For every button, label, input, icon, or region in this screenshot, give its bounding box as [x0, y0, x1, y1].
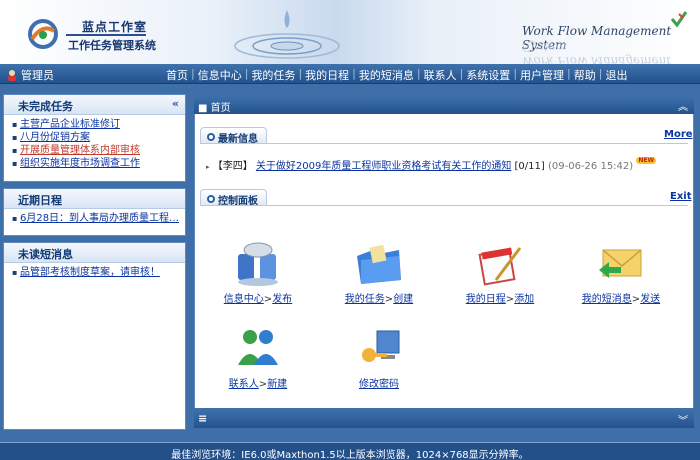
studio-logo-icon	[28, 19, 58, 49]
calendar-icon	[478, 247, 522, 286]
tile-my-tasks[interactable]: 我的任务>创建	[331, 240, 427, 305]
list-item: 开展质量管理体系内部审核	[12, 144, 185, 157]
schedule-link[interactable]: 6月28日：到人事局办理质量工程…	[20, 213, 179, 224]
tile-contacts[interactable]: 联系人>新建	[210, 325, 306, 390]
nav-my-messages[interactable]: 我的短消息	[359, 67, 414, 83]
tile-name[interactable]: 我的日程	[466, 294, 506, 305]
tile-action[interactable]: 添加	[514, 294, 534, 305]
news-divider	[200, 143, 688, 144]
folder-icon	[357, 244, 401, 284]
schedule-list: 6月28日：到人事局办理质量工程…	[4, 209, 185, 225]
control-panel-tab: 控制面板	[200, 189, 267, 207]
main-footer-bar: ≡ ︾	[194, 410, 694, 428]
news-more-link[interactable]: More	[664, 129, 693, 140]
check-logo-icon	[670, 11, 688, 28]
nav-logout[interactable]: 退出	[605, 67, 627, 83]
envelope-icon	[599, 249, 642, 278]
task-link-overdue[interactable]: 开展质量管理体系内部审核	[20, 145, 140, 156]
unfinished-task-list: 主营产品企业标准修订 八月份促销方案 开展质量管理体系内部审核 组织实施年度市场…	[4, 115, 185, 170]
nav-home[interactable]: 首页	[166, 67, 188, 83]
nav-user-management[interactable]: 用户管理	[520, 67, 564, 83]
list-item: 主营产品企业标准修订	[12, 118, 185, 131]
main-menu: 首页 | 信息中心 | 我的任务 | 我的日程 | 我的短消息 | 联系人 | 系统设置 | …	[166, 67, 628, 83]
news-tab: 最新信息	[200, 127, 267, 145]
section-bullet-icon	[207, 195, 215, 203]
recent-schedule-title: 近期日程	[18, 194, 62, 207]
info-center-icon	[238, 242, 278, 286]
news-read-count: [0/11]	[514, 161, 545, 172]
nav-my-schedule[interactable]: 我的日程	[305, 67, 349, 83]
collapse-sidebar-icon[interactable]: «	[172, 97, 179, 110]
news-item: ▸ 【李四】 关于做好2009年质量工程师职业资格考试有关工作的通知 [0/11…	[206, 157, 657, 172]
system-name-reflection: Work Flow Management System	[522, 40, 672, 64]
control-divider	[200, 205, 688, 206]
control-exit-link[interactable]: Exit	[670, 191, 692, 202]
tile-name[interactable]: 我的任务	[345, 294, 385, 305]
menu-lines-icon: ≡	[198, 412, 208, 425]
water-drop-icon	[234, 10, 340, 59]
unfinished-tasks-title: 未完成任务	[18, 100, 73, 113]
nav-info-center[interactable]: 信息中心	[198, 67, 242, 83]
user-name: 管理员	[21, 69, 54, 82]
nav-system-settings[interactable]: 系统设置	[466, 67, 510, 83]
nav-my-tasks[interactable]: 我的任务	[251, 67, 295, 83]
task-link[interactable]: 组织实施年度市场调查工作	[20, 158, 140, 169]
task-link[interactable]: 主营产品企业标准修订	[20, 119, 120, 130]
tile-change-password[interactable]: 修改密码	[331, 325, 427, 390]
list-item: 八月份促销方案	[12, 131, 185, 144]
panel-title: 近期日程	[4, 189, 185, 209]
list-item: 组织实施年度市场调查工作	[12, 157, 185, 170]
new-badge: NEW	[636, 157, 657, 164]
tile-my-messages[interactable]: 我的短消息>发送	[573, 240, 669, 305]
page-footer: 最佳浏览环境：IE6.0或Maxthon1.5以上版本浏览器，1024×768显…	[0, 442, 700, 460]
tile-info-center[interactable]: 信息中心>发布	[210, 240, 306, 305]
breadcrumb: 首页	[210, 103, 231, 114]
collapse-up-icon[interactable]: ︽	[678, 98, 688, 113]
user-icon	[8, 70, 16, 81]
nav-help[interactable]: 帮助	[574, 67, 596, 83]
nav-contacts[interactable]: 联系人	[424, 67, 457, 83]
contacts-icon	[238, 330, 278, 365]
news-title-link[interactable]: 关于做好2009年质量工程师职业资格考试有关工作的通知	[256, 161, 511, 172]
panel-title: 未读短消息	[4, 243, 185, 263]
collapse-down-icon[interactable]: ︾	[678, 412, 688, 427]
app-header: 蓝点工作室 工作任务管理系统 Work Flow Management Syst…	[0, 0, 700, 64]
arrow-right-icon: ▸	[206, 163, 210, 171]
task-link[interactable]: 八月份促销方案	[20, 132, 90, 143]
page-title: ■ 首页	[198, 103, 231, 114]
brand-divider	[66, 34, 146, 36]
news-author: 【李四】	[212, 161, 253, 172]
panel-title: 未完成任务 «	[4, 95, 185, 115]
tile-name[interactable]: 信息中心	[224, 294, 264, 305]
tile-name[interactable]: 联系人	[229, 379, 259, 390]
key-computer-icon	[362, 330, 400, 362]
tile-name[interactable]: 修改密码	[359, 379, 399, 390]
brand-name: 蓝点工作室	[82, 20, 148, 34]
unread-messages-title: 未读短消息	[18, 248, 73, 261]
section-bullet-icon	[207, 133, 215, 141]
top-nav: 管理员 首页 | 信息中心 | 我的任务 | 我的日程 | 我的短消息 | 联系人 | 系统…	[0, 64, 700, 84]
list-item: 品管部考核制度草案，请审核！	[12, 266, 185, 279]
main-breadcrumb-bar: ■ 首页 ︽	[194, 96, 694, 114]
tile-action[interactable]: 创建	[393, 294, 413, 305]
news-date: (09-06-26 15:42)	[547, 161, 634, 172]
recent-schedule-panel: 近期日程 6月28日：到人事局办理质量工程…	[3, 188, 186, 236]
current-user: 管理员	[6, 67, 54, 83]
unfinished-tasks-panel: 未完成任务 « 主营产品企业标准修订 八月份促销方案 开展质量管理体系内部审核 …	[3, 94, 186, 182]
brand-subtitle: 工作任务管理系统	[68, 39, 156, 52]
tile-my-schedule[interactable]: 我的日程>添加	[452, 240, 548, 305]
tile-action[interactable]: 发布	[272, 294, 292, 305]
message-list: 品管部考核制度草案，请审核！	[4, 263, 185, 279]
tile-action[interactable]: 新建	[267, 379, 287, 390]
unread-messages-panel: 未读短消息 品管部考核制度草案，请审核！	[3, 242, 186, 430]
tile-name[interactable]: 我的短消息	[582, 294, 632, 305]
message-link[interactable]: 品管部考核制度草案，请审核！	[20, 267, 160, 278]
list-item: 6月28日：到人事局办理质量工程…	[12, 212, 185, 225]
tile-action[interactable]: 发送	[640, 294, 660, 305]
